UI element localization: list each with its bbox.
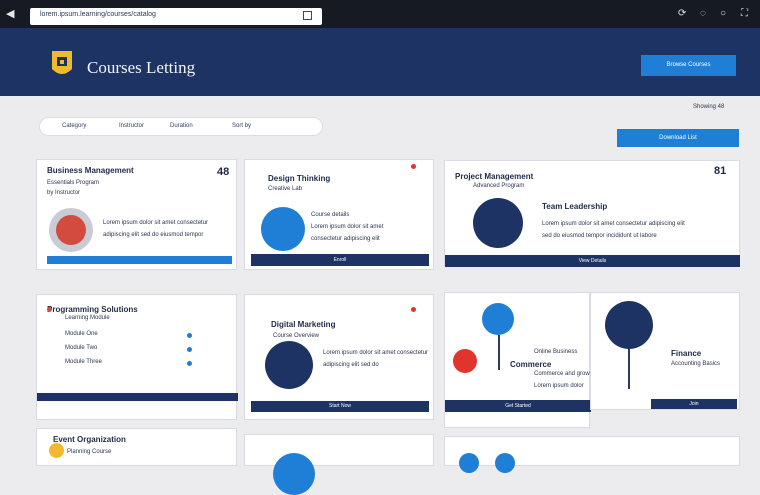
results-count: Showing 48 [693, 104, 725, 110]
card-title: Commerce [510, 360, 552, 369]
start-now-button[interactable]: Start Now [251, 401, 429, 412]
card-description-2: sed do eiusmod tempor incididunt ut labo… [542, 233, 657, 239]
card-description: Lorem ipsum dolor sit amet [311, 224, 384, 230]
card-byline: by Instructor [47, 190, 81, 196]
course-avatar [459, 453, 479, 473]
card-number: 81 [714, 165, 727, 177]
course-card[interactable]: Programming Solutions Learning Module Mo… [36, 294, 238, 420]
filter-sort[interactable]: Sort by [232, 123, 251, 129]
module-bar [37, 393, 238, 401]
course-avatar [273, 453, 315, 495]
course-thumbnail-icon [56, 215, 86, 245]
course-avatar [482, 303, 514, 335]
card-subtitle: Planning Course [67, 449, 112, 455]
module-item[interactable]: Module Three [65, 359, 102, 365]
module-status-icon [187, 361, 192, 366]
enroll-button[interactable]: Enroll [251, 254, 429, 266]
card-description-2: adipiscing elit sed do [323, 362, 379, 368]
get-started-button[interactable]: Get Started [445, 400, 591, 412]
card-description: Lorem ipsum dolor sit amet consectetur a… [542, 221, 685, 227]
site-header: Courses Letting Browse Courses [0, 28, 760, 96]
card-description-2: adipiscing elit sed do eiusmod tempor [103, 232, 204, 238]
status-icon[interactable]: ◌ [700, 9, 706, 19]
card-number: 48 [217, 166, 230, 178]
course-icon [49, 443, 64, 458]
card-subtitle: Learning Module [65, 315, 110, 321]
card-description-2: Lorem ipsum dolor [534, 383, 584, 389]
brand-name: Courses Letting [87, 58, 196, 77]
card-title: Business Management [47, 166, 134, 175]
card-subtitle: Advanced Program [473, 183, 525, 189]
category-icon [453, 349, 477, 373]
course-card-partial[interactable] [244, 434, 434, 495]
progress-bar [47, 256, 232, 264]
filter-category[interactable]: Category [62, 123, 86, 129]
course-avatar [265, 341, 313, 389]
connector-line [498, 335, 500, 370]
card-title: Design Thinking [268, 174, 331, 183]
course-icon [47, 307, 52, 312]
course-avatar [605, 301, 653, 349]
course-card-partial[interactable] [444, 436, 740, 473]
browser-toolbar: ◀ lorem.ipsum.learning/courses/catalog ⟳… [0, 0, 760, 28]
card-title: Digital Marketing [271, 320, 336, 329]
back-icon[interactable]: ◀ [6, 8, 20, 20]
module-status-icon [187, 333, 192, 338]
card-subtitle: Course Overview [273, 333, 320, 339]
alert-icon [411, 307, 416, 312]
course-card[interactable]: Business Management Essentials Program b… [36, 159, 237, 270]
browse-courses-button[interactable]: Browse Courses [641, 55, 736, 76]
card-title: Finance [671, 349, 702, 358]
join-button[interactable]: Join [651, 399, 737, 409]
card-subtitle: Online Business [534, 349, 578, 355]
card-subtitle: Creative Lab [268, 186, 303, 192]
refresh-icon[interactable]: ⟳ [678, 9, 686, 19]
card-title: Event Organization [53, 435, 126, 444]
course-card[interactable]: Finance Accounting Basics Join [590, 292, 740, 410]
card-byline: Course details [311, 212, 350, 218]
card-description: Lorem ipsum dolor sit amet consectetur [103, 220, 209, 226]
course-avatar [261, 207, 305, 251]
card-title: Project Management [455, 172, 534, 181]
module-item[interactable]: Module Two [65, 345, 97, 351]
fullscreen-icon[interactable]: ⛶ [741, 9, 748, 19]
filter-duration[interactable]: Duration [170, 123, 193, 129]
view-details-button[interactable]: View Details [445, 255, 740, 267]
card-subtitle: Essentials Program [47, 180, 100, 186]
module-item[interactable]: Module One [65, 331, 98, 337]
course-card[interactable]: Commerce Online Business Commerce and gr… [444, 292, 595, 428]
card-title: Programming Solutions [47, 305, 138, 314]
module-status-icon [187, 347, 192, 352]
course-card-featured[interactable]: Project Management Advanced Program 81 T… [444, 160, 740, 267]
card-subtitle: Accounting Basics [671, 361, 721, 367]
address-text: lorem.ipsum.learning/courses/catalog [40, 11, 156, 18]
address-bar[interactable]: lorem.ipsum.learning/courses/catalog [30, 8, 322, 25]
card-description: Commerce and growth [534, 371, 595, 377]
card-description: Lorem ipsum dolor sit amet consectetur [323, 350, 429, 356]
course-avatar [473, 198, 523, 248]
bookmark-icon[interactable] [303, 11, 312, 20]
filter-instructor[interactable]: Instructor [119, 123, 144, 129]
course-avatar [495, 453, 515, 473]
course-card[interactable]: Digital Marketing Course Overview Lorem … [244, 294, 434, 420]
logo-icon [52, 51, 72, 74]
download-list-button[interactable]: Download List [617, 129, 739, 147]
alert-icon [411, 164, 416, 169]
connector-line [628, 349, 630, 389]
window-icon[interactable]: ○ [720, 9, 726, 19]
course-card[interactable]: Design Thinking Creative Lab Course deta… [244, 159, 434, 270]
course-card[interactable]: Event Organization Planning Course [36, 428, 237, 466]
card-description-2: consectetur adipiscing elit [311, 236, 380, 242]
card-byline: Team Leadership [542, 202, 608, 211]
filter-bar: Category Instructor Duration Sort by [40, 118, 322, 135]
